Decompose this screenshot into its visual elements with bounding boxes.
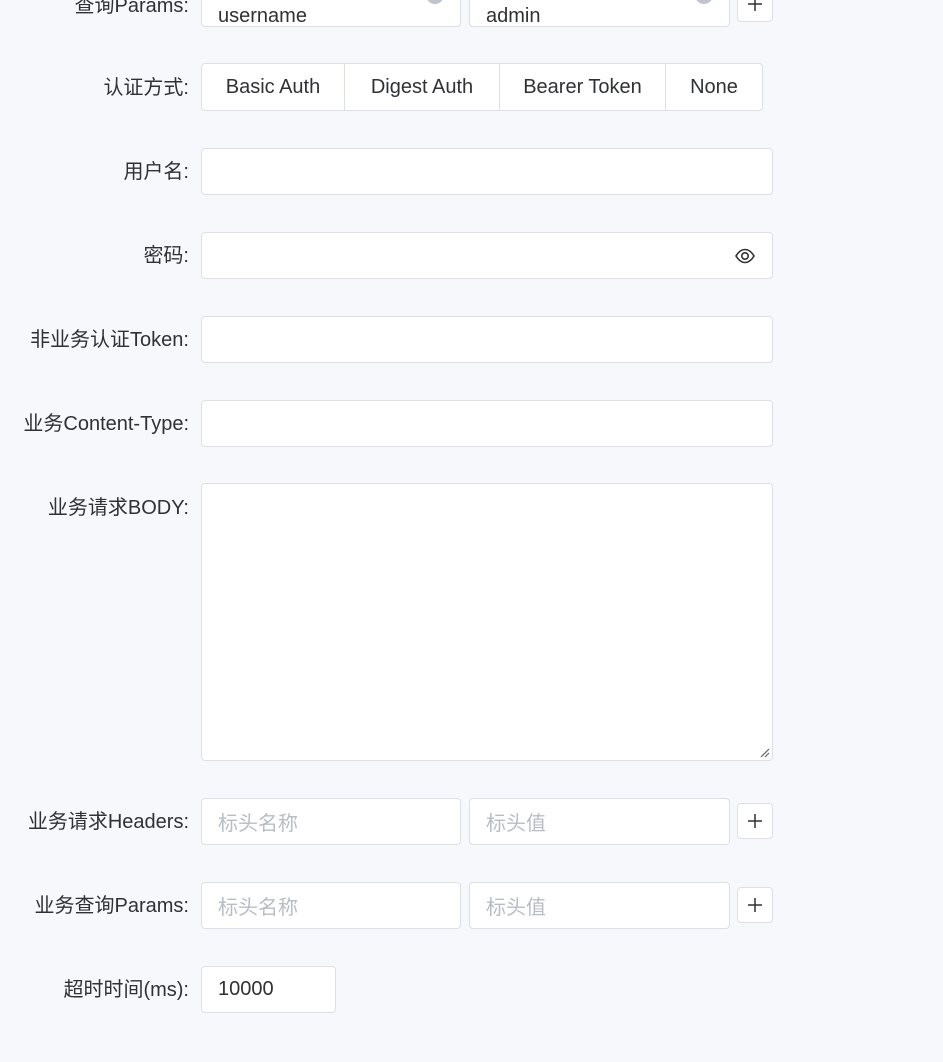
add-query-param-top-button[interactable] bbox=[737, 0, 773, 22]
timeout-value: 10000 bbox=[218, 978, 274, 1000]
body-textarea[interactable] bbox=[201, 483, 773, 761]
timeout-input[interactable]: 10000 bbox=[201, 966, 336, 1013]
query-param-name-input[interactable]: 标头名称 bbox=[201, 882, 461, 929]
query-params-top-label: 查询Params: bbox=[74, 0, 189, 17]
username-label: 用户名: bbox=[123, 161, 189, 183]
resize-handle-icon[interactable] bbox=[758, 746, 770, 758]
token-input[interactable] bbox=[201, 316, 773, 363]
auth-label: 认证方式: bbox=[103, 77, 189, 99]
auth-option-bearer[interactable]: Bearer Token bbox=[500, 64, 666, 110]
clear-icon[interactable] bbox=[426, 0, 444, 4]
header-value-input[interactable]: 标头值 bbox=[469, 798, 730, 845]
query-params-top-value-value: admin bbox=[486, 5, 541, 27]
query-param-value-input[interactable]: 标头值 bbox=[469, 882, 730, 929]
query-param-value-placeholder: 标头值 bbox=[486, 897, 546, 919]
auth-option-none[interactable]: None bbox=[666, 64, 762, 110]
query-params-top-key-value: username bbox=[218, 5, 307, 27]
timeout-label: 超时时间(ms): bbox=[63, 979, 189, 1001]
auth-option-digest[interactable]: Digest Auth bbox=[345, 64, 500, 110]
header-name-input[interactable]: 标头名称 bbox=[201, 798, 461, 845]
content-type-label: 业务Content-Type: bbox=[23, 413, 189, 435]
query-params-label: 业务查询Params: bbox=[34, 895, 189, 917]
request-config-form: 查询Params: username admin 认证方式: Basic Aut… bbox=[0, 0, 943, 1062]
content-type-input[interactable] bbox=[201, 400, 773, 447]
plus-icon bbox=[748, 0, 762, 11]
header-name-placeholder: 标头名称 bbox=[218, 813, 298, 835]
header-value-placeholder: 标头值 bbox=[486, 813, 546, 835]
query-param-name-placeholder: 标头名称 bbox=[218, 897, 298, 919]
username-input[interactable] bbox=[201, 148, 773, 195]
body-label: 业务请求BODY: bbox=[47, 497, 189, 519]
password-input[interactable] bbox=[201, 232, 773, 279]
query-params-top-key-input[interactable]: username bbox=[201, 0, 461, 27]
plus-icon bbox=[748, 814, 762, 828]
query-params-top-value-input[interactable]: admin bbox=[469, 0, 730, 27]
auth-option-basic[interactable]: Basic Auth bbox=[202, 64, 345, 110]
plus-icon bbox=[748, 898, 762, 912]
password-label: 密码: bbox=[143, 245, 189, 267]
clear-icon[interactable] bbox=[695, 0, 713, 4]
auth-method-selector: Basic Auth Digest Auth Bearer Token None bbox=[201, 63, 763, 111]
eye-icon[interactable] bbox=[734, 245, 756, 267]
add-query-param-button[interactable] bbox=[737, 887, 773, 923]
headers-label: 业务请求Headers: bbox=[27, 811, 189, 833]
token-label: 非业务认证Token: bbox=[30, 329, 189, 351]
add-header-button[interactable] bbox=[737, 803, 773, 839]
